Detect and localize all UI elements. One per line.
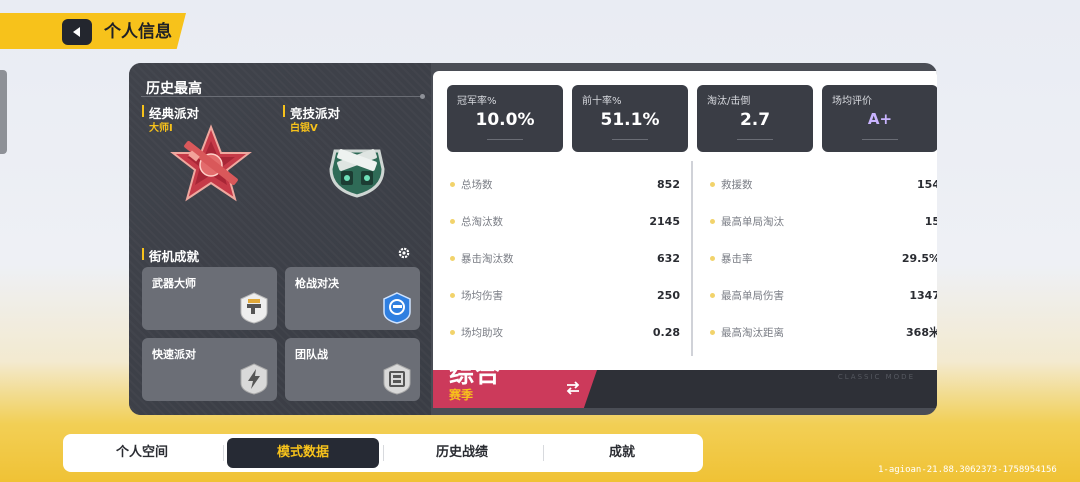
stat-value: 852 <box>657 178 680 191</box>
competitive-rank-tier: 白银V <box>290 123 318 134</box>
tab-match-history[interactable]: 历史战绩 <box>387 438 537 468</box>
stat-value: 1347 <box>909 289 937 302</box>
gear-icon[interactable] <box>397 246 411 260</box>
arcade-achievements-title: 街机成就 <box>142 246 199 265</box>
achievement-name: 快速派对 <box>152 348 196 361</box>
tab-personal-space[interactable]: 个人空间 <box>67 438 217 468</box>
stats-panel: 历史最高 经典派对 大师I 竞技派对 白银V 街机成就 武器大师 枪战对决 快速… <box>129 63 937 415</box>
achievement-name: 武器大师 <box>152 277 196 290</box>
stat-value: 2145 <box>649 215 680 228</box>
stat-row: 总淘汰数 2145 <box>450 214 680 230</box>
back-button[interactable] <box>62 19 92 45</box>
stat-row: 场均助攻 0.28 <box>450 325 680 341</box>
stat-value: 154 <box>917 178 937 191</box>
stat-row: 最高单局伤害 1347 <box>710 288 937 304</box>
stat-card-label: 前十率% <box>582 96 622 107</box>
stat-value: 368米 <box>906 326 937 339</box>
history-section: 历史最高 经典派对 大师I 竞技派对 白银V 街机成就 武器大师 枪战对决 快速… <box>129 63 431 415</box>
history-title: 历史最高 <box>146 81 202 97</box>
stat-card-label: 冠军率% <box>457 96 497 107</box>
stat-card-value: 51.1% <box>600 110 660 130</box>
team-badge-icon <box>383 363 411 395</box>
stat-row: 场均伤害 250 <box>450 288 680 304</box>
stat-label: 暴击率 <box>721 253 753 265</box>
stat-card-label: 场均评价 <box>832 96 872 107</box>
stat-row: 总场数 852 <box>450 177 680 193</box>
bottom-tab-bar: 个人空间 模式数据 历史战绩 成就 <box>63 434 703 472</box>
stat-label: 最高单局伤害 <box>721 290 784 302</box>
stat-label: 最高淘汰距离 <box>721 327 784 339</box>
stat-card-value: 2.7 <box>739 110 771 130</box>
stat-card-label: 淘汰/击倒 <box>707 96 751 107</box>
season-selector[interactable]: 综合 赛季 CLASSIC MODE <box>433 359 937 408</box>
stat-row: 暴击淘汰数 632 <box>450 251 680 267</box>
achievement-card-team-battle[interactable]: 团队战 <box>285 338 420 401</box>
stats-divider <box>691 161 693 356</box>
stat-label: 最高单局淘汰 <box>721 216 784 228</box>
stat-value: 29.5% <box>901 252 937 265</box>
side-edge-handle[interactable] <box>0 70 7 154</box>
stat-card-kd: 淘汰/击倒 2.7 <box>697 85 813 152</box>
stat-value: 250 <box>657 289 680 302</box>
season-mode-title: 综合 <box>449 359 502 388</box>
stat-label: 总淘汰数 <box>461 216 503 228</box>
achievement-name: 团队战 <box>295 348 328 361</box>
back-arrow-icon <box>73 27 80 37</box>
master-rank-icon[interactable] <box>169 123 253 207</box>
stat-value: 0.28 <box>652 326 680 339</box>
stat-label: 救援数 <box>721 179 753 191</box>
stat-row: 暴击率 29.5% <box>710 251 937 267</box>
tab-mode-data[interactable]: 模式数据 <box>227 438 379 468</box>
blue-shield-badge-icon <box>383 292 411 324</box>
season-watermark: CLASSIC MODE <box>837 373 915 381</box>
stat-card-top10-rate: 前十率% 51.1% <box>572 85 688 152</box>
stat-card-avg-rating: 场均评价 A+ <box>822 85 937 152</box>
stat-row: 救援数 154 <box>710 177 937 193</box>
season-label: 赛季 <box>449 388 474 402</box>
stat-card-win-rate: 冠军率% 10.0% <box>447 85 563 152</box>
history-divider <box>141 94 425 99</box>
stat-row: 最高淘汰距离 368米 <box>710 325 937 341</box>
achievement-card-quick-party[interactable]: 快速派对 <box>142 338 277 401</box>
stat-label: 场均助攻 <box>461 327 503 339</box>
lightning-badge-icon <box>240 363 268 395</box>
stat-value: 632 <box>657 252 680 265</box>
gun-badge-icon <box>240 292 268 324</box>
achievement-card-gunfight[interactable]: 枪战对决 <box>285 267 420 330</box>
swap-icon[interactable] <box>565 380 581 396</box>
stat-card-value: 10.0% <box>475 110 535 130</box>
stat-card-value: A+ <box>867 110 893 128</box>
stat-label: 场均伤害 <box>461 290 503 302</box>
build-id-text: 1-agioan-21.88.3062373-1758954156 <box>878 465 1057 475</box>
achievement-card-weapon-master[interactable]: 武器大师 <box>142 267 277 330</box>
mode-stats-area: 冠军率% 10.0% 前十率% 51.1% 淘汰/击倒 2.7 场均评价 A+ … <box>433 71 937 377</box>
stat-label: 总场数 <box>461 179 493 191</box>
tab-achievements[interactable]: 成就 <box>547 438 697 468</box>
achievement-name: 枪战对决 <box>295 277 339 290</box>
page-title: 个人信息 <box>104 22 172 42</box>
stat-row: 最高单局淘汰 15 <box>710 214 937 230</box>
silver-rank-icon[interactable] <box>327 141 387 199</box>
stat-value: 15 <box>924 215 937 228</box>
stat-label: 暴击淘汰数 <box>461 253 514 265</box>
